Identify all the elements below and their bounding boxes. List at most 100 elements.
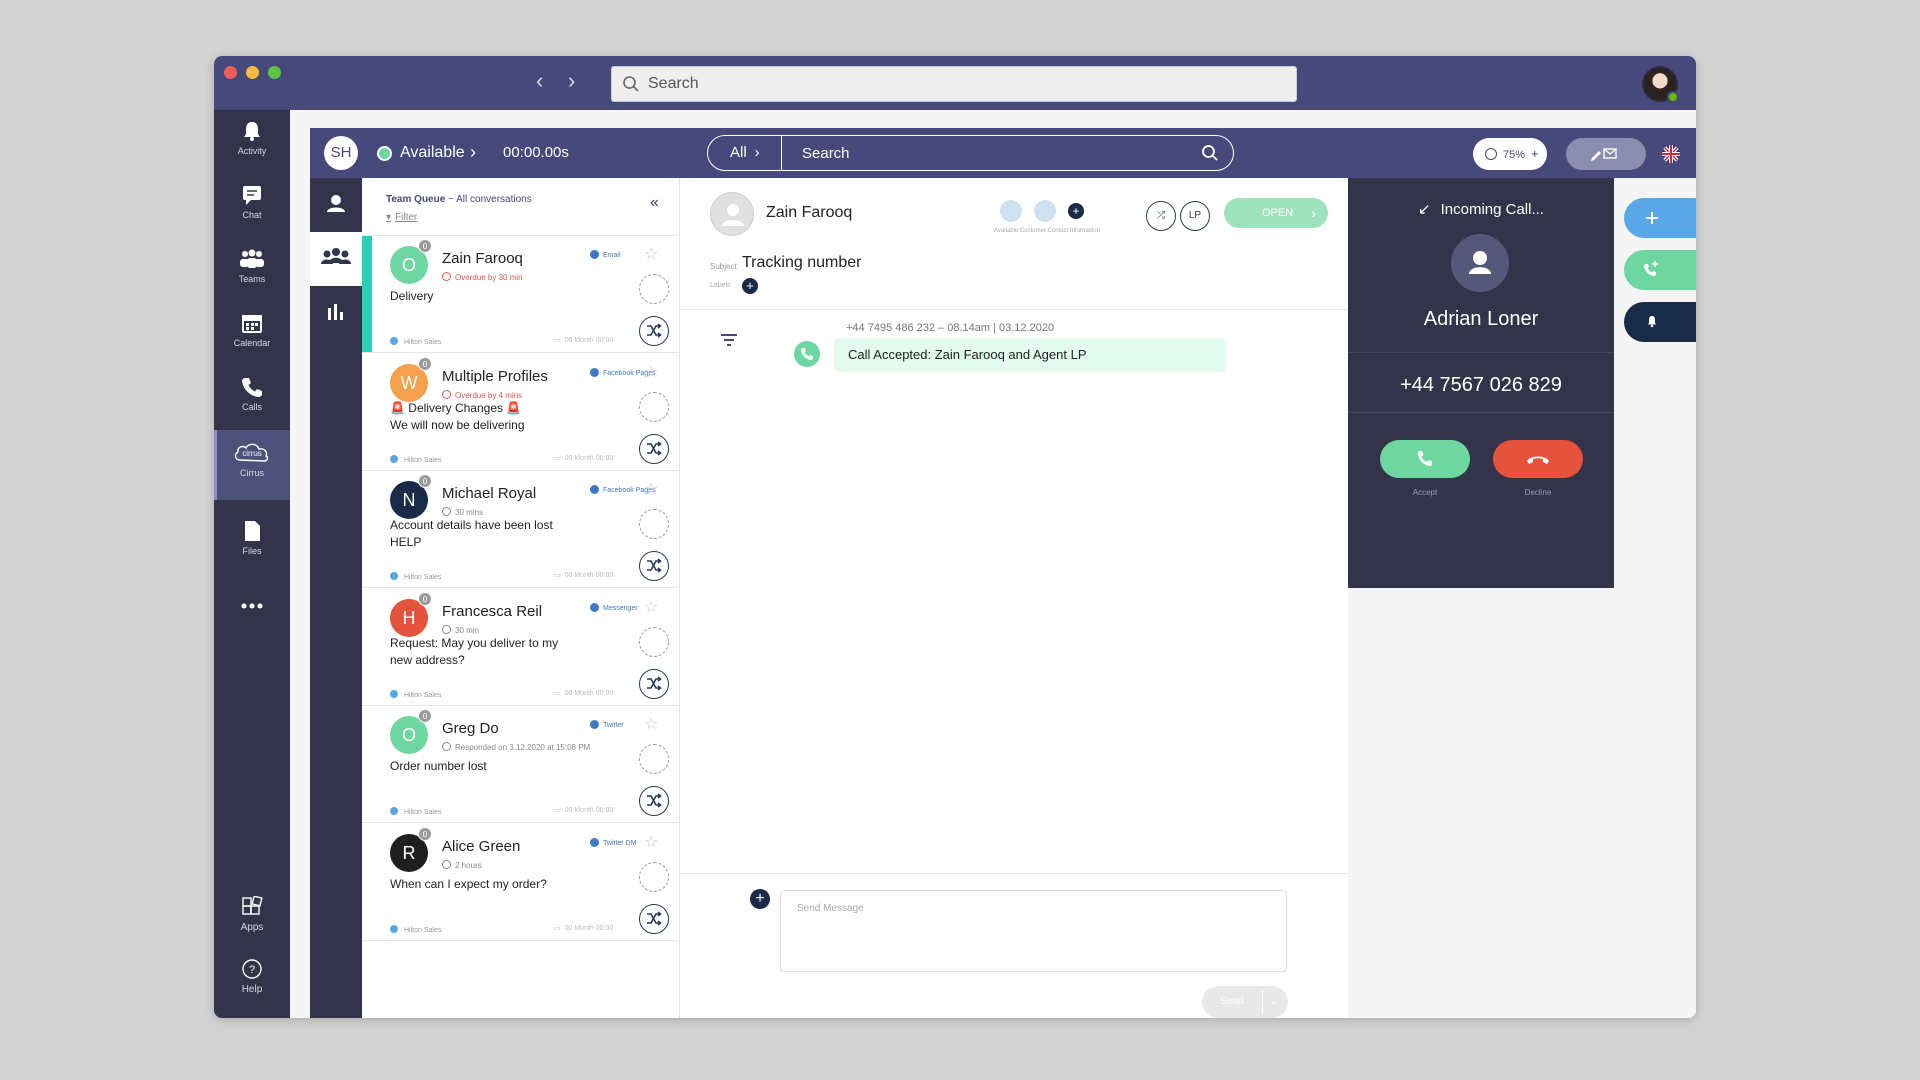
rail-item-help[interactable]: ? Help (214, 948, 290, 1010)
rail-item-files[interactable]: Files (214, 510, 290, 572)
star-icon[interactable]: ☆ (644, 832, 658, 852)
queue-item[interactable]: O 0 Zain Farooq Overdue by 30 min Email … (362, 236, 680, 353)
shuffle-icon[interactable] (639, 668, 669, 699)
unread-count-badge: 0 (418, 474, 432, 488)
contact-name: Zain Farooq (442, 250, 523, 267)
bar-chart-icon (328, 304, 343, 320)
quick-actions (1614, 178, 1696, 1018)
rail-item-calls[interactable]: Calls (214, 366, 290, 428)
labels-label: Labels (710, 282, 731, 289)
subject-label: Subject (710, 262, 737, 271)
call-event-message: Call Accepted: Zain Farooq and Agent LP (834, 338, 1226, 372)
assign-agent-icon[interactable] (639, 861, 669, 892)
unread-count-badge: 0 (418, 591, 432, 606)
assign-agent-icon[interactable] (639, 509, 669, 539)
search-scope-dropdown[interactable]: All › (708, 136, 782, 170)
maximize-window-button[interactable] (268, 66, 281, 79)
message-preview: Request: May you deliver to my new addre… (390, 635, 559, 667)
shuffle-icon[interactable]: ⤮ (1146, 201, 1176, 231)
search-icon[interactable] (1201, 144, 1219, 162)
queue-item[interactable]: R 0 Alice Green 2 hours Twitter DM ☆ Whe… (362, 824, 680, 941)
add-attachment-button[interactable]: + (750, 889, 770, 909)
team-icon (390, 807, 398, 815)
forward-arrow-icon[interactable]: › (568, 70, 575, 92)
agent-initials-avatar[interactable]: SH (324, 136, 358, 170)
queue-filter-link[interactable]: ▾ Filter (386, 212, 417, 223)
channel-icon (590, 485, 599, 494)
conversation-search[interactable]: All › Search (707, 135, 1234, 171)
analytics-tab[interactable] (310, 286, 362, 340)
more-apps-button[interactable] (214, 574, 290, 636)
minimize-window-button[interactable] (246, 66, 259, 79)
subject-text[interactable]: Tracking number (742, 254, 861, 272)
email-icon[interactable] (1034, 200, 1056, 222)
uk-flag-icon[interactable] (1662, 145, 1680, 163)
team-queue-tab[interactable] (310, 232, 362, 286)
add-contact-info-icon[interactable]: + (1068, 203, 1084, 219)
team-label: Hilton Sales (390, 924, 441, 934)
notifications-button[interactable] (1624, 302, 1696, 342)
phone-icon[interactable] (1000, 200, 1022, 222)
star-icon[interactable]: ☆ (644, 362, 658, 382)
shuffle-icon[interactable] (639, 903, 669, 934)
plus-icon (1646, 212, 1658, 224)
message-placeholder: Send Message (797, 903, 864, 914)
contact-name[interactable]: Zain Farooq (766, 204, 852, 222)
star-icon[interactable]: ☆ (644, 244, 658, 264)
add-call-button[interactable] (1624, 250, 1696, 290)
add-label-button[interactable]: + (742, 278, 758, 294)
queue-title: Team Queue ~ All conversations (386, 194, 532, 205)
clock-icon (442, 272, 451, 281)
accept-call-button[interactable] (1380, 440, 1470, 478)
global-search-input[interactable]: Search (611, 66, 1297, 102)
chevron-down-icon[interactable]: ⌄ (1270, 986, 1278, 1018)
queue-item[interactable]: H 0 Francesca Reil 30 min Messenger ☆ Re… (362, 589, 680, 706)
rail-item-apps[interactable]: Apps (214, 886, 290, 948)
assign-agent-icon[interactable] (639, 744, 669, 774)
message-preview: Order number lost (390, 759, 487, 773)
rail-item-cirrus[interactable]: cirrus Cirrus (214, 430, 290, 500)
clock-icon (442, 507, 451, 516)
svg-text:cirrus: cirrus (242, 449, 262, 458)
back-arrow-icon[interactable]: ‹ (536, 70, 543, 92)
star-icon[interactable]: ☆ (644, 597, 658, 617)
rail-item-calendar[interactable]: Calendar (214, 302, 290, 364)
message-preview: 🚨 Delivery Changes 🚨 We will now be deli… (390, 400, 525, 432)
close-window-button[interactable] (224, 66, 237, 79)
caller-name: Adrian Loner (1423, 308, 1539, 330)
shuffle-icon[interactable] (639, 316, 669, 346)
capacity-pill[interactable]: 75% + (1473, 138, 1547, 170)
queue-header: Team Queue ~ All conversations ▾ Filter « (362, 178, 680, 236)
queue-item[interactable]: N 0 Michael Royal 30 mins Facebook Pages… (362, 471, 680, 588)
decline-call-button[interactable] (1493, 440, 1583, 478)
sla-timer: 2 hours (442, 859, 482, 870)
compose-tools-button[interactable] (1566, 138, 1646, 170)
assign-agent-icon[interactable] (639, 391, 669, 422)
user-avatar[interactable] (1642, 66, 1679, 103)
channel-badge: Messenger (590, 602, 638, 612)
new-conversation-button[interactable] (1624, 198, 1696, 238)
status-open-button[interactable]: OPEN › (1224, 198, 1328, 228)
agent-status[interactable]: Available (400, 144, 465, 162)
assignee-badge[interactable]: LP (1180, 201, 1210, 231)
send-button[interactable]: Send ⌄ (1202, 986, 1288, 1018)
my-conversations-tab[interactable] (310, 178, 362, 232)
star-icon[interactable]: ☆ (644, 479, 658, 499)
assign-agent-icon[interactable] (639, 274, 669, 304)
queue-item[interactable]: W 0 Multiple Profiles Overdue by 4 mins … (362, 354, 680, 471)
shuffle-icon[interactable] (639, 551, 669, 581)
queue-item[interactable]: O 0 Greg Do Responded on 3.12.2020 at 15… (362, 706, 680, 823)
shuffle-icon[interactable] (639, 786, 669, 816)
rail-item-teams[interactable]: Teams (214, 238, 290, 300)
chevron-right-icon[interactable]: › (470, 142, 476, 163)
message-input[interactable]: Send Message (780, 890, 1287, 972)
collapse-panel-icon[interactable]: « (650, 194, 659, 212)
star-icon[interactable]: ☆ (644, 714, 658, 734)
rail-item-activity[interactable]: Activity (214, 110, 290, 172)
filter-icon[interactable] (720, 333, 738, 347)
sla-timer: Overdue by 30 min (442, 272, 523, 282)
person-icon (327, 195, 345, 212)
rail-item-chat[interactable]: Chat (214, 174, 290, 236)
assign-agent-icon[interactable] (639, 626, 669, 657)
shuffle-icon[interactable] (639, 433, 669, 464)
